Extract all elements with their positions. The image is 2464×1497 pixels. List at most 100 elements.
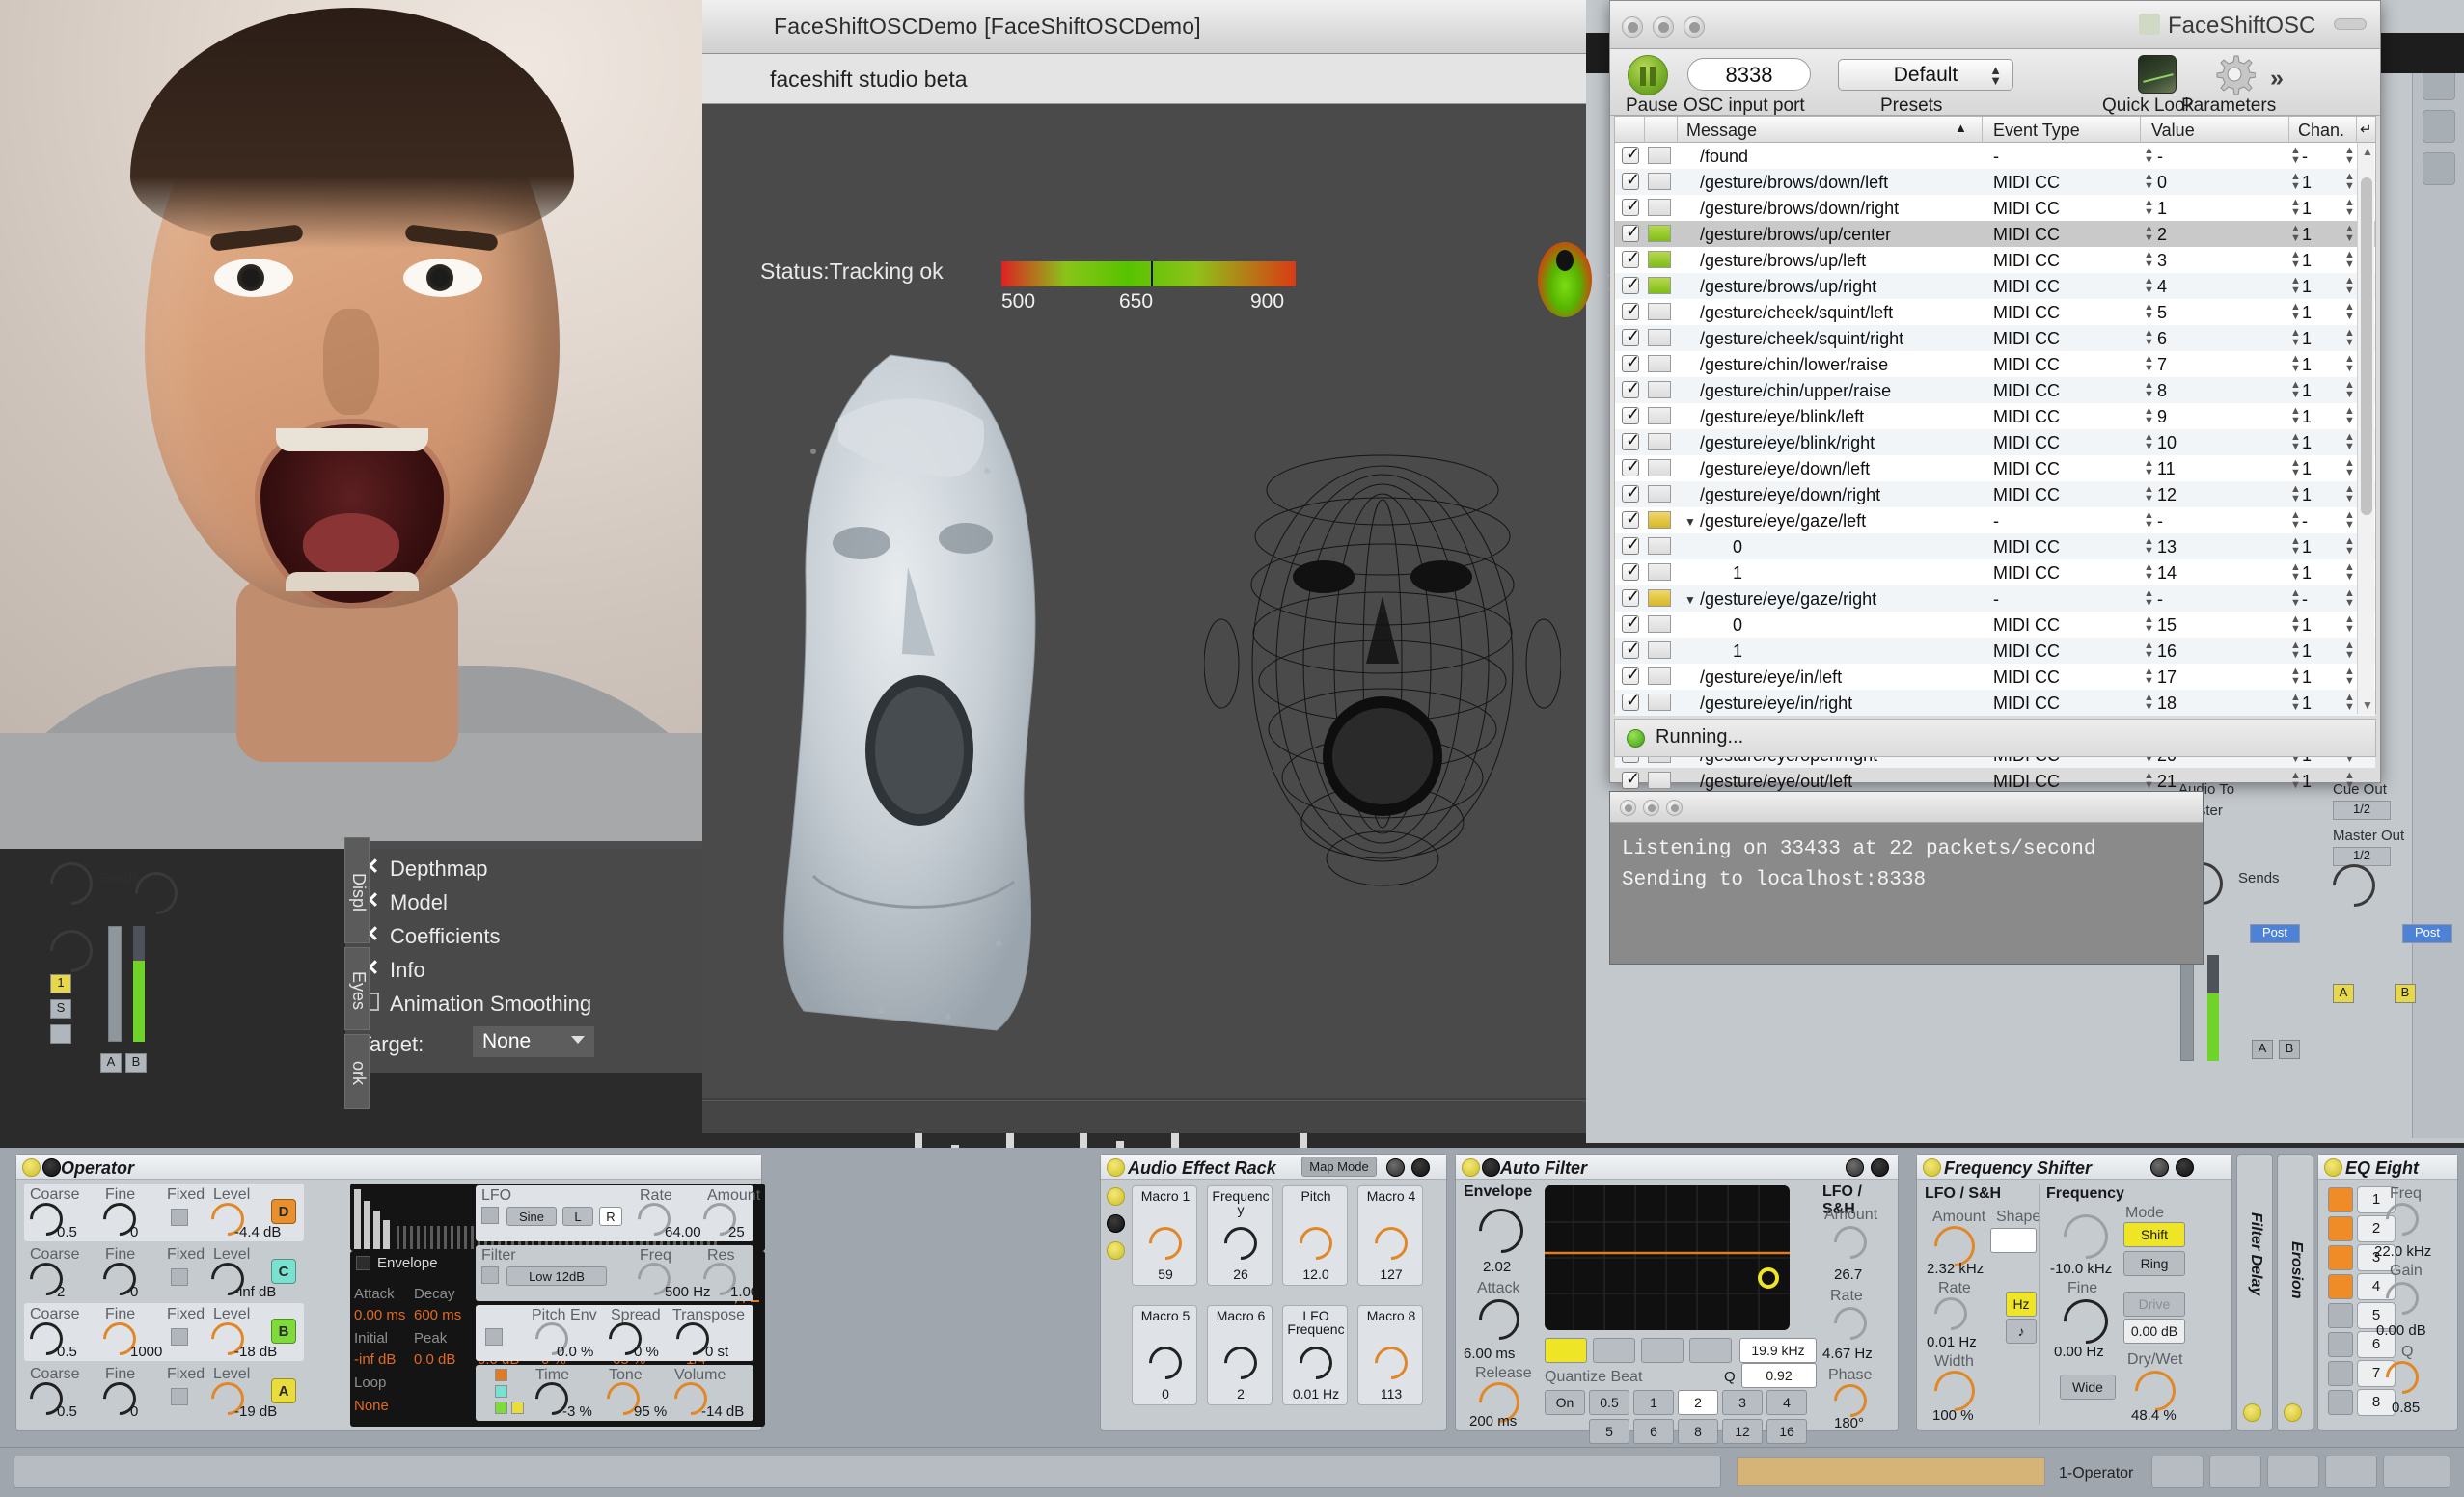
row-channel[interactable]: 1 bbox=[2302, 173, 2312, 193]
device-erosion[interactable]: Erosion bbox=[2277, 1154, 2313, 1431]
pause-button[interactable] bbox=[1628, 55, 1668, 95]
row-extra-stepper[interactable]: ▲▼ bbox=[2344, 667, 2352, 686]
scene-b-button[interactable]: B bbox=[125, 1053, 147, 1073]
rack-hotswap-icon[interactable] bbox=[1386, 1158, 1405, 1177]
fixed-toggle[interactable] bbox=[171, 1268, 188, 1286]
row-enabled-checkbox[interactable]: ✓ bbox=[1622, 277, 1639, 294]
eq-band-toggle-1[interactable] bbox=[2328, 1187, 2353, 1212]
presets-select[interactable]: Default ▲▼ bbox=[1838, 59, 2013, 91]
operator-badge-a[interactable]: A bbox=[271, 1378, 296, 1403]
macro-knob[interactable] bbox=[1142, 1220, 1189, 1266]
channel-stepper[interactable]: ▲▼ bbox=[2290, 771, 2298, 790]
row-channel[interactable]: 1 bbox=[2302, 251, 2312, 271]
row-event-type[interactable]: MIDI CC bbox=[1993, 303, 2060, 323]
table-row[interactable]: ✓▼/gesture/eye/gaze/left-▲▼-▲▼-▲▼ bbox=[1615, 507, 2375, 533]
tab-display[interactable]: Displ bbox=[344, 837, 370, 943]
channel-stepper[interactable]: ▲▼ bbox=[2290, 588, 2298, 608]
value-stepper[interactable]: ▲▼ bbox=[2144, 667, 2151, 686]
row-enabled-checkbox[interactable]: ✓ bbox=[1622, 199, 1639, 216]
osc-input-port-field[interactable]: 8338 bbox=[1687, 58, 1811, 91]
row-event-type[interactable]: MIDI CC bbox=[1993, 537, 2060, 558]
track-b-button[interactable]: B bbox=[2279, 1040, 2300, 1059]
operator-global-column[interactable]: LFO Sine L R Rate 64.00 Amount 25 % Filt… bbox=[476, 1185, 753, 1427]
drive-button[interactable]: Drive bbox=[2123, 1292, 2185, 1317]
osc-toolbar[interactable]: Pause 8338 OSC input port Default ▲▼ Pre… bbox=[1610, 49, 2380, 116]
row-enabled-checkbox[interactable]: ✓ bbox=[1622, 589, 1639, 607]
quantize-button-6[interactable]: 6 bbox=[1633, 1419, 1674, 1444]
device-auto-filter[interactable]: Auto Filter Envelope 2.02 Attack 6.00 ms… bbox=[1455, 1154, 1899, 1431]
table-row[interactable]: ✓/gesture/cheek/squint/leftMIDI CC▲▼5▲▼1… bbox=[1615, 299, 2375, 325]
rate-hz-button[interactable]: Hz bbox=[2006, 1292, 2037, 1317]
row-event-type[interactable]: MIDI CC bbox=[1993, 667, 2060, 688]
row-event-type[interactable]: MIDI CC bbox=[1993, 381, 2060, 401]
row-value[interactable]: 13 bbox=[2157, 537, 2177, 558]
wide-button[interactable]: Wide bbox=[2060, 1375, 2116, 1400]
toolbar-toggle-icon[interactable] bbox=[2334, 18, 2367, 30]
target-select[interactable]: None bbox=[473, 1026, 594, 1057]
macro-knob[interactable] bbox=[1368, 1220, 1414, 1266]
osc-message-table[interactable]: Message ▲ Event Type Value Chan. ↵ ✓/fou… bbox=[1614, 116, 2376, 714]
value-stepper[interactable]: ▲▼ bbox=[2144, 536, 2151, 556]
value-stepper[interactable]: ▲▼ bbox=[2144, 771, 2151, 790]
table-row[interactable]: ✓0MIDI CC▲▼13▲▼1▲▼ bbox=[1615, 533, 2375, 559]
device-frequency-shifter[interactable]: Frequency Shifter LFO / S&H Amount 2.32 … bbox=[1916, 1154, 2232, 1431]
row-enabled-checkbox[interactable]: ✓ bbox=[1622, 225, 1639, 242]
mixer-strip-left[interactable]: Sends 1 S A B bbox=[29, 849, 145, 1138]
row-event-type[interactable]: - bbox=[1993, 589, 1999, 610]
macro-control[interactable]: Macro 4127 bbox=[1357, 1185, 1423, 1286]
value-stepper[interactable]: ▲▼ bbox=[2144, 562, 2151, 582]
quantize-button-8[interactable]: 8 bbox=[1678, 1419, 1718, 1444]
row-event-type[interactable]: MIDI CC bbox=[1993, 173, 2060, 193]
row-value[interactable]: 6 bbox=[2157, 329, 2167, 349]
table-row[interactable]: ✓/gesture/brows/up/leftMIDI CC▲▼3▲▼1▲▼ bbox=[1615, 247, 2375, 273]
row-extra-stepper[interactable]: ▲▼ bbox=[2344, 224, 2352, 243]
pitch-env-toggle[interactable] bbox=[485, 1328, 503, 1346]
console-close-icon[interactable] bbox=[1620, 800, 1636, 816]
row-channel[interactable]: 1 bbox=[2302, 303, 2312, 323]
row-value[interactable]: 8 bbox=[2157, 381, 2167, 401]
row-enabled-checkbox[interactable]: ✓ bbox=[1622, 433, 1639, 450]
mixer-strip-right[interactable]: Audio To Master Cue Out 1/2 Master Out 1… bbox=[2171, 781, 2464, 1129]
row-value[interactable]: 15 bbox=[2157, 615, 2177, 636]
device-operator[interactable]: Operator Coarse0.5Fine0FixedLevel-4.4 dB… bbox=[15, 1154, 762, 1431]
tab-eyes[interactable]: Eyes bbox=[344, 947, 370, 1030]
channel-stepper[interactable]: ▲▼ bbox=[2290, 146, 2298, 165]
device-filter-delay[interactable]: Filter Delay bbox=[2236, 1154, 2273, 1431]
row-event-type[interactable]: MIDI CC bbox=[1993, 433, 2060, 453]
lfo-retrig-button[interactable]: R bbox=[599, 1207, 622, 1226]
eq-band-select-8[interactable]: 8 bbox=[2357, 1389, 2396, 1416]
disclosure-triangle-icon[interactable]: ▼ bbox=[1684, 515, 1696, 529]
macro-control[interactable]: Macro 159 bbox=[1132, 1185, 1197, 1286]
console-titlebar[interactable] bbox=[1610, 792, 2203, 823]
freq-shifter-hotswap-icon[interactable] bbox=[2150, 1158, 2169, 1177]
column-header-event-type[interactable]: Event Type bbox=[1993, 121, 2080, 141]
table-row[interactable]: ✓/gesture/eye/down/rightMIDI CC▲▼12▲▼1▲▼ bbox=[1615, 481, 2375, 507]
table-row[interactable]: ✓/gesture/eye/blink/leftMIDI CC▲▼9▲▼1▲▼ bbox=[1615, 403, 2375, 429]
column-options-icon[interactable]: ↵ bbox=[2360, 121, 2372, 138]
row-channel[interactable]: 1 bbox=[2302, 277, 2312, 297]
row-channel[interactable]: - bbox=[2302, 589, 2308, 610]
row-enabled-checkbox[interactable]: ✓ bbox=[1622, 563, 1639, 581]
value-stepper[interactable]: ▲▼ bbox=[2144, 172, 2151, 191]
value-stepper[interactable]: ▲▼ bbox=[2144, 432, 2151, 451]
loop-value[interactable]: None bbox=[354, 1398, 389, 1414]
row-value[interactable]: 12 bbox=[2157, 485, 2177, 505]
row-enabled-checkbox[interactable]: ✓ bbox=[1622, 772, 1639, 789]
row-enabled-checkbox[interactable]: ✓ bbox=[1622, 537, 1639, 555]
macro-knob[interactable] bbox=[1142, 1340, 1189, 1386]
freq-shifter-shape-select[interactable] bbox=[1990, 1228, 2037, 1253]
rate-note-button[interactable]: ♪ bbox=[2006, 1319, 2037, 1344]
minimize-icon[interactable] bbox=[1653, 16, 1674, 38]
column-header-message[interactable]: Message bbox=[1686, 121, 1757, 141]
row-value[interactable]: 14 bbox=[2157, 563, 2177, 584]
channel-stepper[interactable]: ▲▼ bbox=[2290, 380, 2298, 399]
channel-stepper[interactable]: ▲▼ bbox=[2290, 640, 2298, 660]
auto-filter-lfo-amount-knob[interactable] bbox=[1827, 1219, 1874, 1266]
channel-stepper[interactable]: ▲▼ bbox=[2290, 432, 2298, 451]
post-button-2[interactable]: Post bbox=[2402, 924, 2452, 943]
table-row[interactable]: ✓▼/gesture/eye/gaze/right-▲▼-▲▼-▲▼ bbox=[1615, 585, 2375, 612]
disclosure-triangle-icon[interactable]: ▼ bbox=[1684, 593, 1696, 607]
row-value[interactable]: 7 bbox=[2157, 355, 2167, 375]
macro-control[interactable]: Macro 8113 bbox=[1357, 1305, 1423, 1405]
device-fold-icon[interactable] bbox=[42, 1158, 61, 1177]
